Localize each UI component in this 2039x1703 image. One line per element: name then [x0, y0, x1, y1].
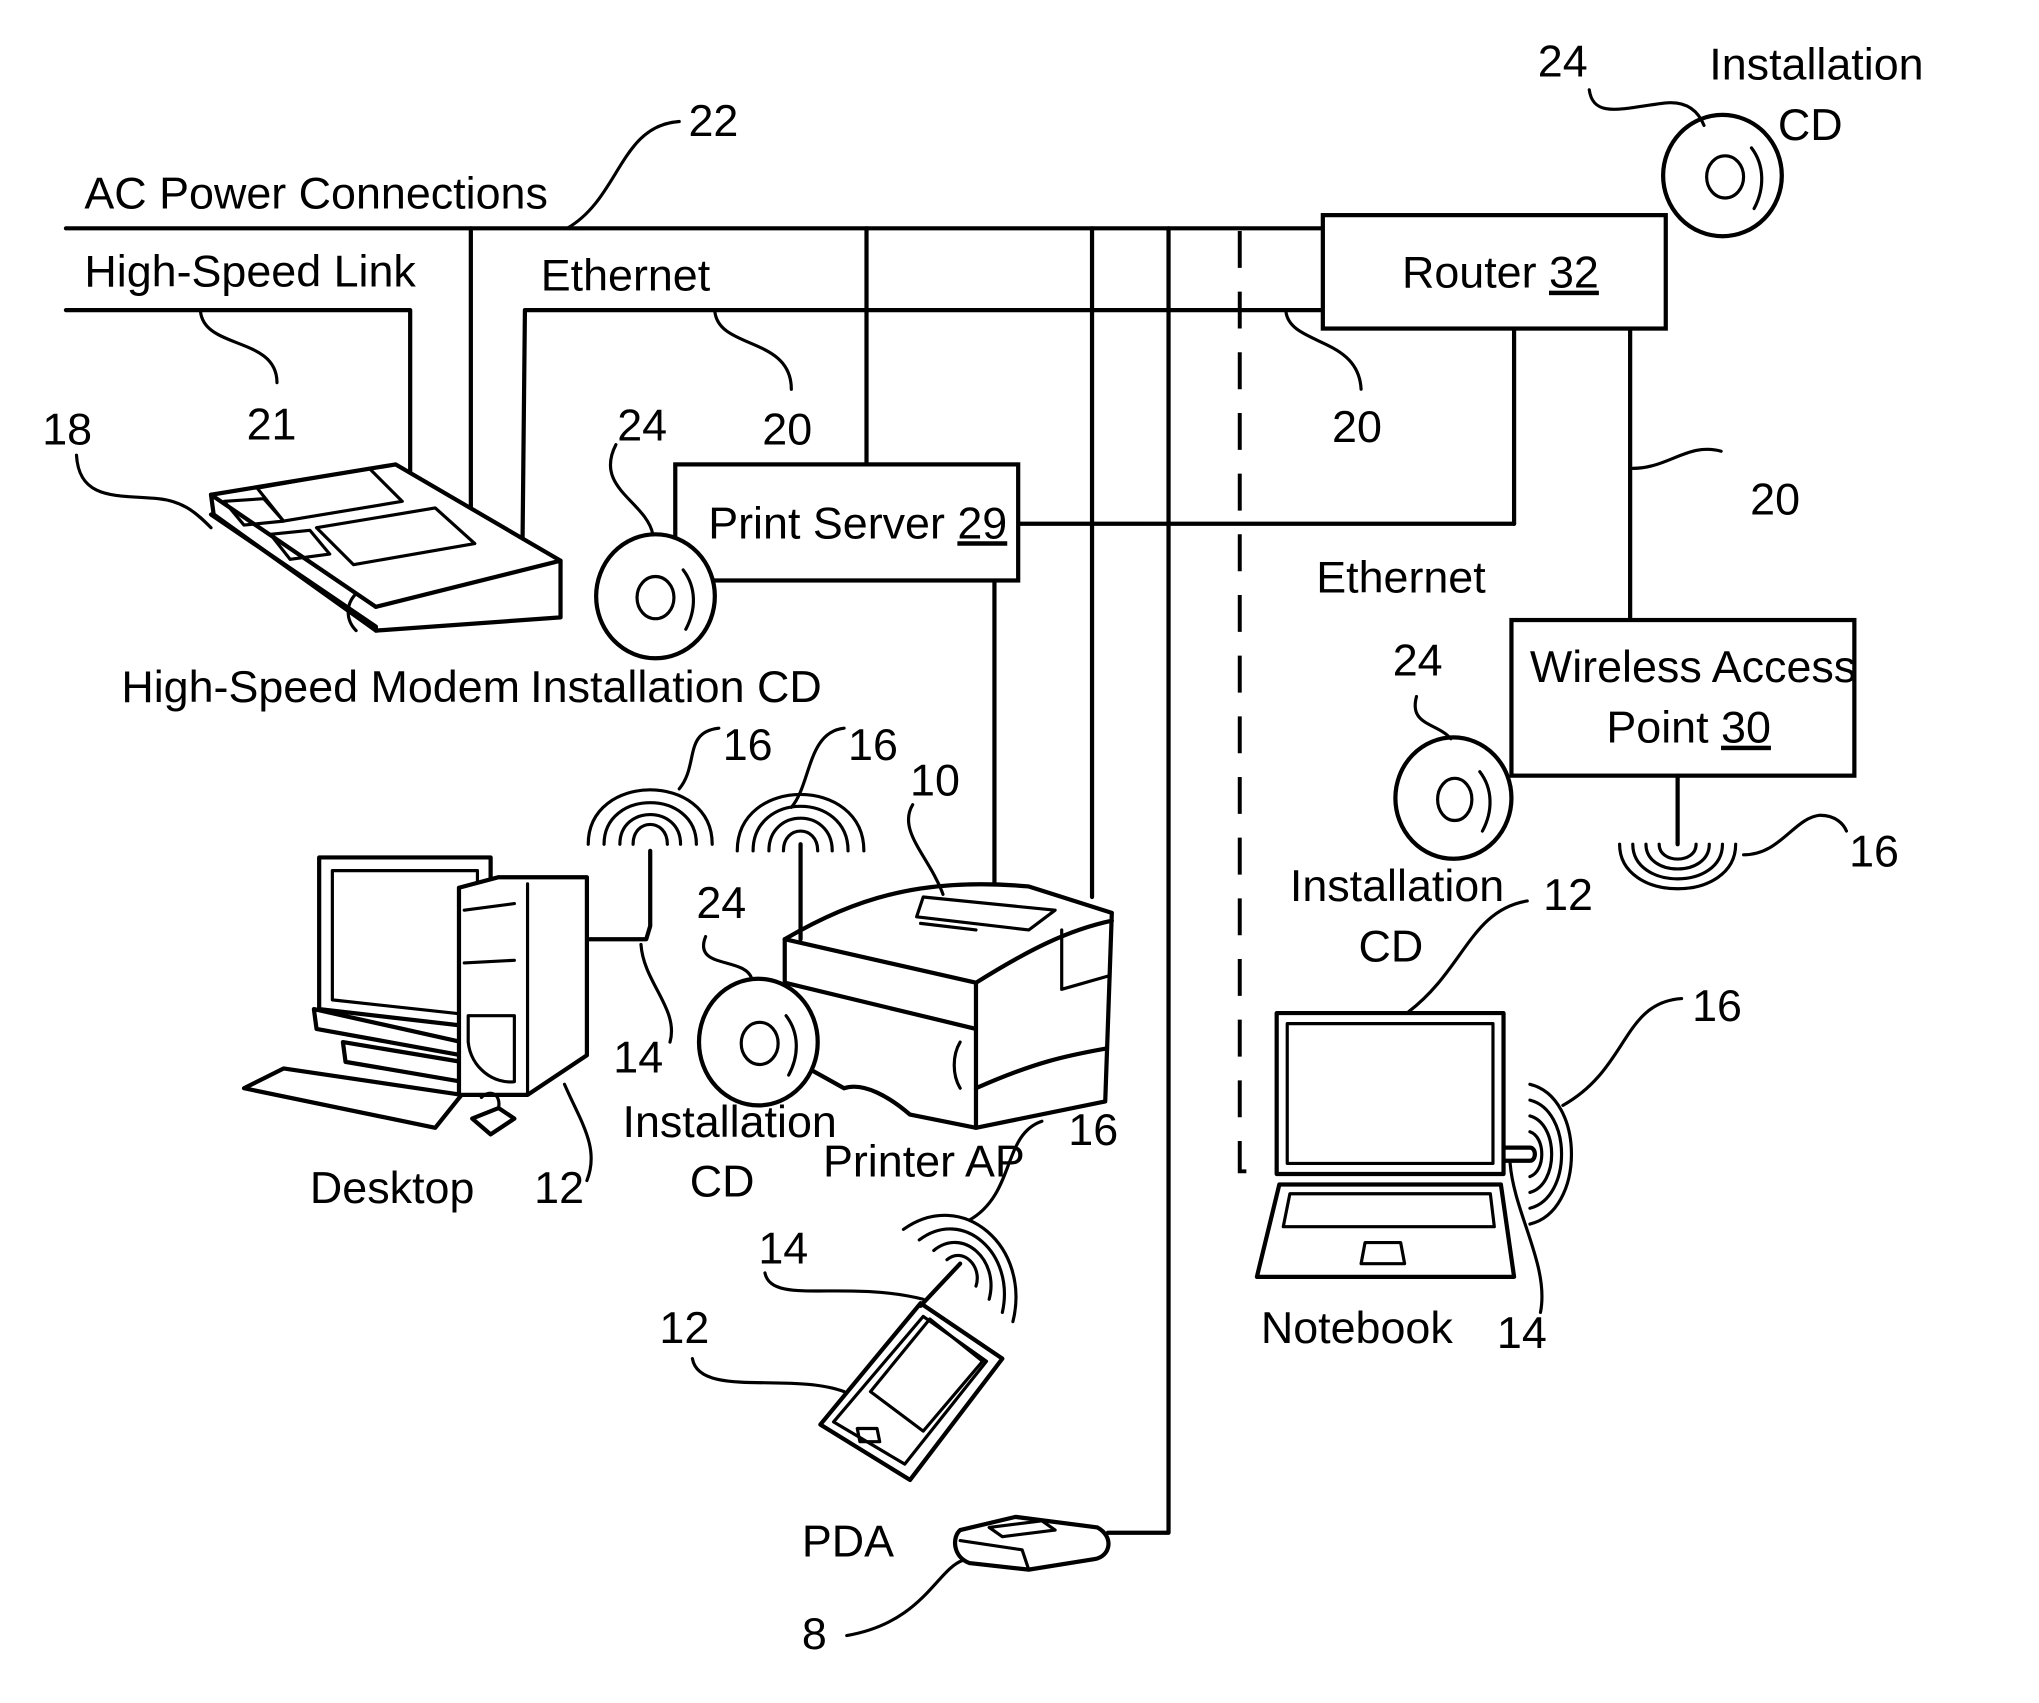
ac-power-label: AC Power Connections: [84, 168, 547, 219]
printer-ap-label: Printer AP: [823, 1136, 1025, 1187]
leader-16-desktop: [677, 726, 721, 791]
leader-12-notebook: [1406, 899, 1529, 1014]
print-server[interactable]: Print Server 29: [673, 462, 1021, 583]
ref-22: 22: [688, 95, 738, 146]
ref-24-top: 24: [1538, 36, 1588, 87]
leader-14-notebook: [1508, 1161, 1544, 1315]
ref-20-router: 20: [1332, 401, 1382, 452]
ref-16-desktop: 16: [723, 719, 773, 770]
cd-label-ap-line1: Installation: [1290, 860, 1504, 911]
ethernet-label-left: Ethernet: [541, 249, 711, 300]
pda-label: PDA: [802, 1515, 894, 1566]
ac-power-bus: AC Power Connections 22: [63, 95, 1325, 231]
ref-14-desktop: 14: [613, 1031, 663, 1082]
ref-16-printer: 16: [848, 719, 898, 770]
ref-18: 18: [42, 404, 92, 455]
notebook-lid: [1274, 1010, 1506, 1177]
desktop-adapter-14: [587, 848, 653, 942]
ref-10: 10: [910, 754, 960, 805]
cd-label-ap-line2: CD: [1358, 921, 1423, 972]
leader-8: [845, 1558, 965, 1638]
cd-label-top-line2: CD: [1778, 99, 1843, 150]
notebook[interactable]: 16 14 12 Notebook: [1254, 869, 1742, 1358]
modem-label: High-Speed Modem: [121, 661, 520, 712]
ap-label-line2: Point 30: [1606, 702, 1771, 753]
leader-16-ap: [1741, 813, 1849, 857]
leader-24-ap: [1413, 694, 1453, 741]
cd-label-printer-line2: CD: [690, 1155, 755, 1206]
leader-12-pda: [690, 1357, 846, 1394]
desktop-label: Desktop: [310, 1162, 474, 1213]
cd-label-top-line1: Installation: [1709, 38, 1923, 89]
ref-16-pda: 16: [1068, 1104, 1118, 1155]
network-diagram: AC Power Connections 22 High-Speed Link …: [42, 36, 1924, 1659]
leader-10: [906, 803, 945, 896]
ref-20-ap: 20: [1750, 474, 1800, 525]
wireless-boundary: [1237, 230, 1256, 1174]
ref-24-ap: 24: [1393, 634, 1443, 685]
ref-24-ps: 24: [617, 400, 667, 451]
ref-12-desktop: 12: [534, 1162, 584, 1213]
ap-label-line1: Wireless Access: [1530, 641, 1856, 692]
print-server-label: Print Server 29: [708, 497, 1007, 548]
ref-8: 8: [802, 1608, 827, 1659]
cd-label-printer-line1: Installation: [623, 1096, 837, 1147]
ref-21: 21: [247, 398, 297, 449]
ref-20-left: 20: [762, 404, 812, 455]
pda-antenna: [918, 1261, 963, 1308]
notebook-label: Notebook: [1261, 1302, 1453, 1353]
desktop-wave-icon: [586, 788, 714, 846]
cd-label-ps: Installation CD: [530, 661, 822, 712]
ap-wave-icon: [1618, 842, 1738, 891]
ref-24-printer: 24: [696, 877, 746, 928]
mouse: [470, 1105, 517, 1137]
installation-cd-ap[interactable]: 24 Installation CD: [1290, 634, 1514, 972]
power-adapter-drop: [1105, 226, 1171, 1535]
high-speed-link-label: High-Speed Link: [84, 245, 416, 296]
high-speed-link: High-Speed Link 21: [63, 245, 416, 478]
leader-22: [565, 119, 681, 230]
installation-cd-router[interactable]: 24 Installation CD: [1538, 36, 1924, 239]
ref-16-ap: 16: [1849, 826, 1899, 877]
cd-disc: [696, 976, 820, 1108]
cd-disc: [1393, 735, 1514, 861]
leader-16-notebook: [1561, 996, 1684, 1107]
leader-20-left: [713, 309, 793, 391]
ref-14-pda: 14: [758, 1223, 808, 1274]
cd-disc: [1661, 112, 1784, 239]
notebook-adapter: [1501, 1145, 1537, 1163]
wireless-access-point[interactable]: Wireless Access Point 30 16: [1509, 617, 1899, 891]
leader-14-desktop: [639, 942, 674, 1044]
router-label: Router 32: [1402, 247, 1599, 298]
cd-disc: [594, 532, 717, 661]
ethernet-label-right: Ethernet: [1316, 551, 1486, 602]
ref-12-notebook: 12: [1543, 869, 1593, 920]
ref-12-pda: 12: [659, 1302, 709, 1353]
ref-16-notebook: 16: [1692, 980, 1742, 1031]
leader-18: [74, 453, 213, 530]
leader-20-ap: [1631, 447, 1723, 470]
high-speed-modem[interactable]: 18 High-Speed Modem: [42, 404, 563, 712]
leader-24-printer: [701, 934, 754, 981]
high-speed-link-line: [63, 307, 413, 478]
leader-21: [198, 309, 279, 385]
ref-14-notebook: 14: [1497, 1307, 1547, 1358]
leader-14-pda: [763, 1271, 925, 1301]
leader-24-top: [1587, 88, 1706, 128]
router[interactable]: Router 32: [1320, 213, 1668, 331]
leader-24-ps: [608, 443, 655, 536]
